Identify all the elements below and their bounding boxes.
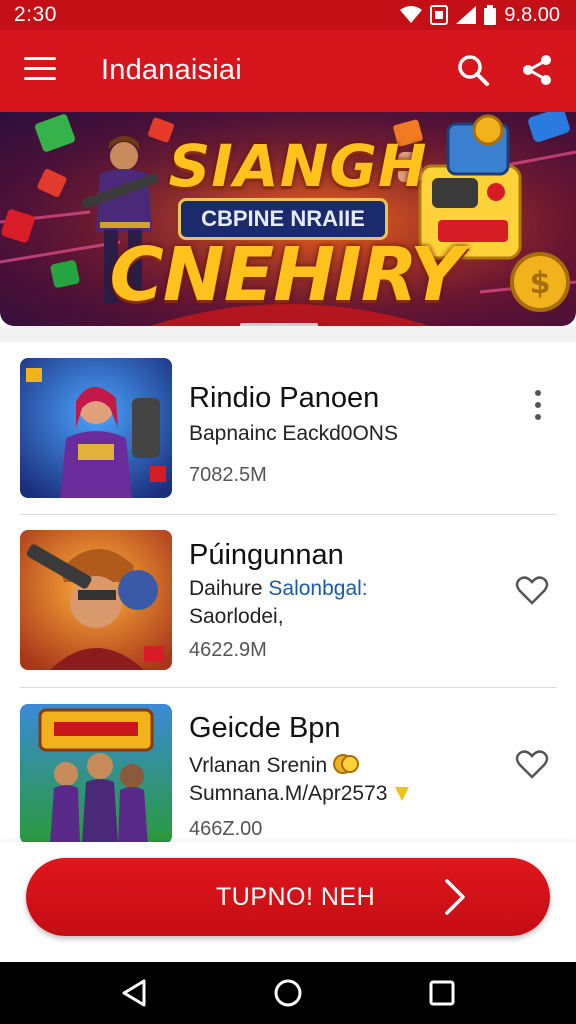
menu-icon [24,57,56,80]
item-description: Sumnana.M/Apr2573 [189,782,411,806]
banner-title-bottom: CNEHIRY [109,232,463,318]
item-subtitle: Bapnainc Eackd0ONS [189,422,398,445]
primary-action-button[interactable]: TUPNO! NEH [26,858,550,936]
item-title: Geicde Bpn [189,712,341,744]
search-button[interactable] [455,52,491,88]
item-title: Púingunnan [189,539,344,571]
share-icon [523,55,551,85]
back-icon [122,979,146,1007]
status-time: 2:30 [14,3,57,26]
list-item[interactable]: Púingunnan Daihure Salonbgal: Saorlodei,… [0,515,576,687]
status-icons: 9.8.00 [400,4,560,27]
nav-recents-button[interactable] [427,978,457,1008]
more-vertical-icon [528,390,548,420]
item-description: Saorlodei, [189,605,284,628]
menu-button[interactable] [24,57,56,85]
share-button[interactable] [519,52,555,88]
item-title: Rindio Panoen [189,382,380,414]
battery-icon [484,5,497,25]
favorite-button[interactable] [515,576,549,606]
item-subtitle-part: Daihure [189,577,263,600]
item-subtitle: Daihure Salonbgal: [189,577,368,601]
app-title: Indanaisiai [101,54,242,86]
list-item[interactable]: Rindio Panoen Bapnainc Eackd0ONS 7082.5M [0,342,576,514]
sim-icon [430,5,449,25]
item-subtitle-text: Vrlanan Srenin [189,754,328,777]
item-description-text: Sumnana.M/Apr2573 [189,782,388,805]
more-options-button[interactable] [528,390,548,426]
wifi-icon [400,6,423,23]
primary-action-label: TUPNO! NEH [216,883,376,911]
heart-outline-icon [515,576,549,605]
gem-icon [395,787,410,801]
featured-banner[interactable]: $ SIANGH CBPINE NRAIIE CNEHIRY [0,112,576,326]
search-icon [458,55,489,86]
game-thumbnail [20,530,172,670]
list-item[interactable]: Geicde Bpn Vrlanan Srenin Sumnana.M/Apr2… [0,688,576,860]
section-divider [0,326,576,342]
home-icon [274,979,302,1007]
item-size: 7082.5M [189,464,267,486]
game-thumbnail [20,358,172,498]
status-battery-text: 9.8.00 [504,3,560,26]
chevron-right-icon [445,879,465,915]
status-bar: 2:30 9.8.00 [0,0,576,30]
coin-icon [332,754,359,774]
item-subtitle-highlight: Salonbgal: [268,577,368,600]
system-nav-bar [0,962,576,1024]
app-bar: Indanaisiai [0,30,576,112]
banner-title-top: SIANGH [168,132,428,200]
item-size: 466Z.00 [189,818,263,840]
favorite-button[interactable] [515,750,549,780]
recents-icon [429,980,455,1006]
item-subtitle: Vrlanan Srenin [189,752,359,778]
nav-home-button[interactable] [273,978,303,1008]
game-thumbnail [20,704,172,844]
heart-outline-icon [515,750,549,779]
item-size: 4622.9M [189,639,267,661]
signal-icon [456,6,477,24]
nav-back-button[interactable] [120,978,150,1008]
